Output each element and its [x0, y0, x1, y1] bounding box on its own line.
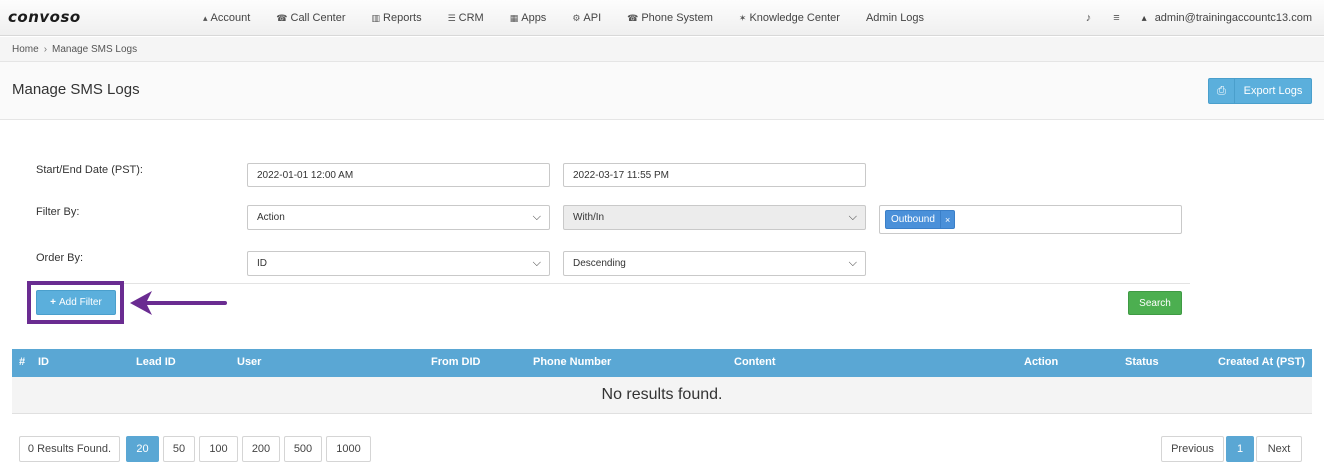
- column-header-created-at[interactable]: Created At (PST): [1218, 356, 1305, 368]
- nav-item-knowledge-center[interactable]: ✶ Knowledge Center: [739, 12, 840, 24]
- order-direction-value: Descending: [573, 258, 626, 269]
- filter-values-input[interactable]: Outbound ×: [879, 205, 1182, 234]
- end-date-value: 2022-03-17 11:55 PM: [573, 169, 669, 181]
- results-count: 0 Results Found.: [19, 436, 120, 462]
- plus-icon: +: [50, 297, 57, 308]
- printer-icon: ⎙: [1209, 79, 1235, 103]
- nav-item-label: Admin Logs: [865, 12, 925, 24]
- nav-right: ♪ ≡ ▴ admin@trainingaccountc13.com: [1086, 0, 1312, 36]
- page-title: Manage SMS Logs: [12, 81, 140, 98]
- page-size-1000[interactable]: 1000: [326, 436, 371, 462]
- page-1-button[interactable]: 1: [1226, 436, 1254, 462]
- page-size-20[interactable]: 20: [126, 436, 159, 462]
- date-range-label: Start/End Date (PST):: [36, 164, 143, 176]
- nav-item-apps[interactable]: ▦ Apps: [510, 12, 547, 24]
- list-icon: ☰: [447, 12, 456, 23]
- export-logs-button[interactable]: ⎙ Export Logs: [1208, 78, 1312, 104]
- column-header-content[interactable]: Content: [734, 356, 776, 368]
- nav-item-label: Phone System: [641, 12, 713, 24]
- nav-item-account[interactable]: ▴ Account: [203, 12, 250, 24]
- add-filter-label: Add Filter: [59, 297, 102, 308]
- top-navbar: convoso ▴ Account ☎ Call Center ▥ Report…: [0, 0, 1324, 36]
- chevron-down-icon: ⌵: [848, 211, 857, 223]
- nav-item-label: API: [583, 12, 602, 24]
- column-header-from-did[interactable]: From DID: [431, 356, 481, 368]
- nav-item-label: Account: [210, 12, 251, 24]
- empty-state-message: No results found.: [12, 377, 1312, 414]
- start-date-value: 2022-01-01 12:00 AM: [257, 169, 354, 181]
- user-icon: ▴: [1141, 12, 1147, 24]
- grid-icon: ▦: [509, 12, 519, 23]
- gear-icon: ⚙: [572, 12, 581, 23]
- order-field-value: ID: [257, 258, 267, 269]
- page-size-50[interactable]: 50: [163, 436, 195, 462]
- filter-tag-label: Outbound: [891, 214, 935, 225]
- export-logs-label: Export Logs: [1243, 85, 1303, 97]
- nav-item-api[interactable]: ⚙ API: [572, 12, 601, 24]
- nav-item-phone-system[interactable]: ☎ Phone System: [627, 12, 713, 24]
- column-header-id[interactable]: ID: [38, 356, 49, 368]
- breadcrumb-home[interactable]: Home: [12, 44, 39, 55]
- add-filter-button[interactable]: + Add Filter: [36, 290, 116, 315]
- nav-item-reports[interactable]: ▥ Reports: [372, 12, 422, 24]
- chevron-down-icon: ⌵: [532, 257, 541, 269]
- filter-by-label: Filter By:: [36, 206, 80, 218]
- start-date-input[interactable]: 2022-01-01 12:00 AM: [247, 163, 550, 187]
- page-size-200[interactable]: 200: [242, 436, 280, 462]
- nav-item-crm[interactable]: ☰ CRM: [448, 12, 484, 24]
- breadcrumb-current: Manage SMS Logs: [52, 43, 138, 55]
- filter-operator-value: With/In: [573, 212, 605, 223]
- annotation-arrow-icon: [130, 291, 227, 315]
- nav-item-admin-logs[interactable]: Admin Logs: [866, 12, 924, 24]
- next-page-button[interactable]: Next: [1256, 436, 1302, 462]
- column-header-lead-id[interactable]: Lead ID: [136, 356, 176, 368]
- user-icon: ▴: [203, 12, 208, 23]
- page-size-100[interactable]: 100: [199, 436, 238, 462]
- remove-tag-icon[interactable]: ×: [939, 211, 954, 228]
- nav-item-label: Reports: [383, 12, 422, 24]
- main-nav: ▴ Account ☎ Call Center ▥ Reports ☰ CRM …: [203, 0, 950, 36]
- chevron-down-icon: ⌵: [532, 211, 541, 223]
- user-email: admin@trainingaccountc13.com: [1154, 12, 1312, 24]
- bar-chart-icon: ▥: [371, 12, 381, 23]
- column-header-action[interactable]: Action: [1024, 356, 1058, 368]
- order-field-select[interactable]: ID ⌵: [247, 251, 550, 276]
- filter-tag: Outbound ×: [885, 210, 956, 229]
- column-header-status[interactable]: Status: [1125, 356, 1159, 368]
- phone-icon: ☎: [627, 12, 639, 23]
- nav-item-label: Apps: [521, 12, 547, 24]
- filter-field-value: Action: [257, 212, 285, 223]
- chevron-down-icon: ⌵: [848, 257, 857, 269]
- breadcrumb-separator: ›: [43, 43, 48, 55]
- search-button[interactable]: Search: [1128, 291, 1182, 315]
- breadcrumb: Home › Manage SMS Logs: [0, 37, 1324, 62]
- nav-item-label: Call Center: [290, 12, 346, 24]
- previous-page-button[interactable]: Previous: [1161, 436, 1224, 462]
- column-header-index[interactable]: #: [19, 356, 25, 368]
- page-header: Manage SMS Logs ⎙ Export Logs: [0, 62, 1324, 120]
- order-direction-select[interactable]: Descending ⌵: [563, 251, 866, 276]
- filter-field-select[interactable]: Action ⌵: [247, 205, 550, 230]
- filter-operator-select[interactable]: With/In ⌵: [563, 205, 866, 230]
- nav-item-label: Knowledge Center: [749, 12, 840, 24]
- form-divider: [36, 283, 1190, 284]
- user-menu[interactable]: ▴ admin@trainingaccountc13.com: [1142, 12, 1312, 24]
- column-header-phone-number[interactable]: Phone Number: [533, 356, 611, 368]
- table-header: # ID Lead ID User From DID Phone Number …: [12, 349, 1312, 377]
- lightbulb-icon: ✶: [738, 12, 747, 23]
- nav-item-call-center[interactable]: ☎ Call Center: [276, 12, 345, 24]
- bell-icon[interactable]: ♪: [1086, 12, 1092, 24]
- order-by-label: Order By:: [36, 252, 84, 264]
- end-date-input[interactable]: 2022-03-17 11:55 PM: [563, 163, 866, 187]
- phone-icon: ☎: [276, 12, 288, 23]
- nav-item-label: CRM: [458, 12, 484, 24]
- database-icon[interactable]: ≡: [1113, 12, 1119, 24]
- column-header-user[interactable]: User: [237, 356, 261, 368]
- page-size-500[interactable]: 500: [284, 436, 322, 462]
- convoso-logo[interactable]: convoso: [8, 8, 81, 26]
